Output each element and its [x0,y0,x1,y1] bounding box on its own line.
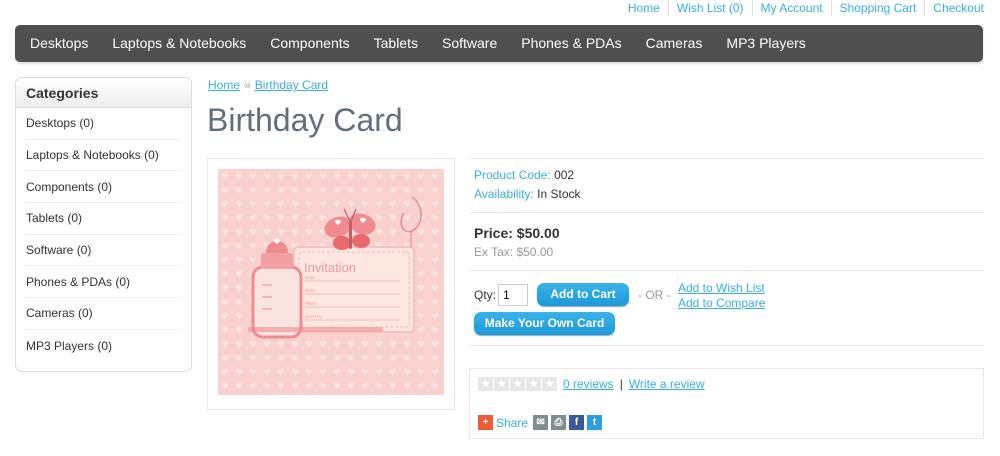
share-row: + Share ✉ ⎙ f t [478,415,603,430]
star-icon: ★ [478,377,493,391]
category-item-mp3[interactable]: MP3 Players (0) [26,330,181,362]
add-to-compare-link[interactable]: Add to Compare [678,296,765,311]
breadcrumb-home[interactable]: Home [208,78,240,92]
menu-item-software[interactable]: Software [430,25,509,62]
top-links: Home Wish List (0) My Account Shopping C… [620,0,984,16]
category-item-components[interactable]: Components (0) [26,171,181,204]
image-line-2: Date: [305,288,316,293]
product-code-label: Product Code: [474,168,551,182]
breadcrumb-separator: » [244,78,251,92]
ex-tax: Ex Tax: $50.00 [474,245,554,259]
top-link-checkout[interactable]: Checkout [924,1,984,15]
categories-title: Categories [16,78,191,108]
price: Price: $50.00 [474,225,560,241]
product-image-box: Invitation Date: Date: Place: given by: [207,158,455,410]
category-item-software[interactable]: Software (0) [26,235,181,267]
image-heading: Invitation [304,260,356,275]
availability-value: In Stock [537,187,581,201]
print-icon[interactable]: ⎙ [551,415,567,430]
category-item-laptops[interactable]: Laptops & Notebooks (0) [26,140,181,172]
image-line-1: Date: [305,275,316,280]
review-separator: | [619,377,623,391]
category-item-tablets[interactable]: Tablets (0) [26,203,181,235]
product-info: Product Code: 002 Availability: In Stock… [469,158,984,346]
reviews-link[interactable]: 0 reviews [563,377,614,391]
twitter-icon[interactable]: t [587,415,603,430]
star-icon: ★ [494,377,509,391]
or-separator: - OR - [638,287,671,302]
menu-item-laptops[interactable]: Laptops & Notebooks [100,25,258,62]
categories-box: Categories Desktops (0) Laptops & Notebo… [15,77,192,372]
menu-item-tablets[interactable]: Tablets [362,25,430,62]
image-line-3: Place: [305,301,318,306]
email-icon[interactable]: ✉ [533,415,549,430]
qty-input[interactable] [498,283,529,306]
category-item-desktops[interactable]: Desktops (0) [26,108,181,140]
main-menu: Desktops Laptops & Notebooks Components … [15,25,983,62]
star-icon: ★ [542,377,557,391]
product-details: Product Code: 002 Availability: In Stock [469,158,984,212]
breadcrumb: Home » Birthday Card [208,78,328,92]
invitation-card-illustration: Invitation Date: Date: Place: given by: [218,169,444,395]
page-title: Birthday Card [207,102,403,138]
write-review-link[interactable]: Write a review [629,377,705,391]
star-icon: ★ [510,377,525,391]
product-code-value: 002 [554,168,575,182]
add-to-cart-button[interactable]: Add to Cart [537,283,630,306]
breadcrumb-current[interactable]: Birthday Card [255,78,328,92]
facebook-icon[interactable]: f [569,415,585,430]
qty-label: Qty: [474,287,497,302]
make-your-own-card-button[interactable]: Make Your Own Card [474,312,615,335]
cart-section: Qty: Add to Cart - OR - Add to Wish List… [469,270,984,345]
top-link-account[interactable]: My Account [751,1,831,15]
category-item-cameras[interactable]: Cameras (0) [26,298,181,330]
menu-item-components[interactable]: Components [258,25,361,62]
add-to-wishlist-link[interactable]: Add to Wish List [678,281,765,296]
price-section: Price: $50.00 Ex Tax: $50.00 [469,212,984,270]
availability-label: Availability: [474,187,534,201]
menu-item-cameras[interactable]: Cameras [634,25,715,62]
category-item-phones[interactable]: Phones & PDAs (0) [26,266,181,299]
product-image[interactable]: Invitation Date: Date: Place: given by: [218,169,444,395]
rating-stars: ★ ★ ★ ★ ★ [478,377,557,391]
menu-item-desktops[interactable]: Desktops [18,25,100,62]
top-link-home[interactable]: Home [620,1,668,15]
image-line-4: given by: [305,314,323,319]
plus-icon[interactable]: + [478,415,493,430]
menu-item-phones[interactable]: Phones & PDAs [509,25,633,62]
star-icon: ★ [526,377,541,391]
share-link[interactable]: Share [496,416,528,430]
menu-item-mp3[interactable]: MP3 Players [714,25,817,62]
details-end-divider [469,345,984,346]
review-box: ★ ★ ★ ★ ★ 0 reviews | Write a review + S… [469,368,984,439]
top-link-cart[interactable]: Shopping Cart [830,1,925,15]
top-link-wishlist[interactable]: Wish List (0) [667,1,752,15]
